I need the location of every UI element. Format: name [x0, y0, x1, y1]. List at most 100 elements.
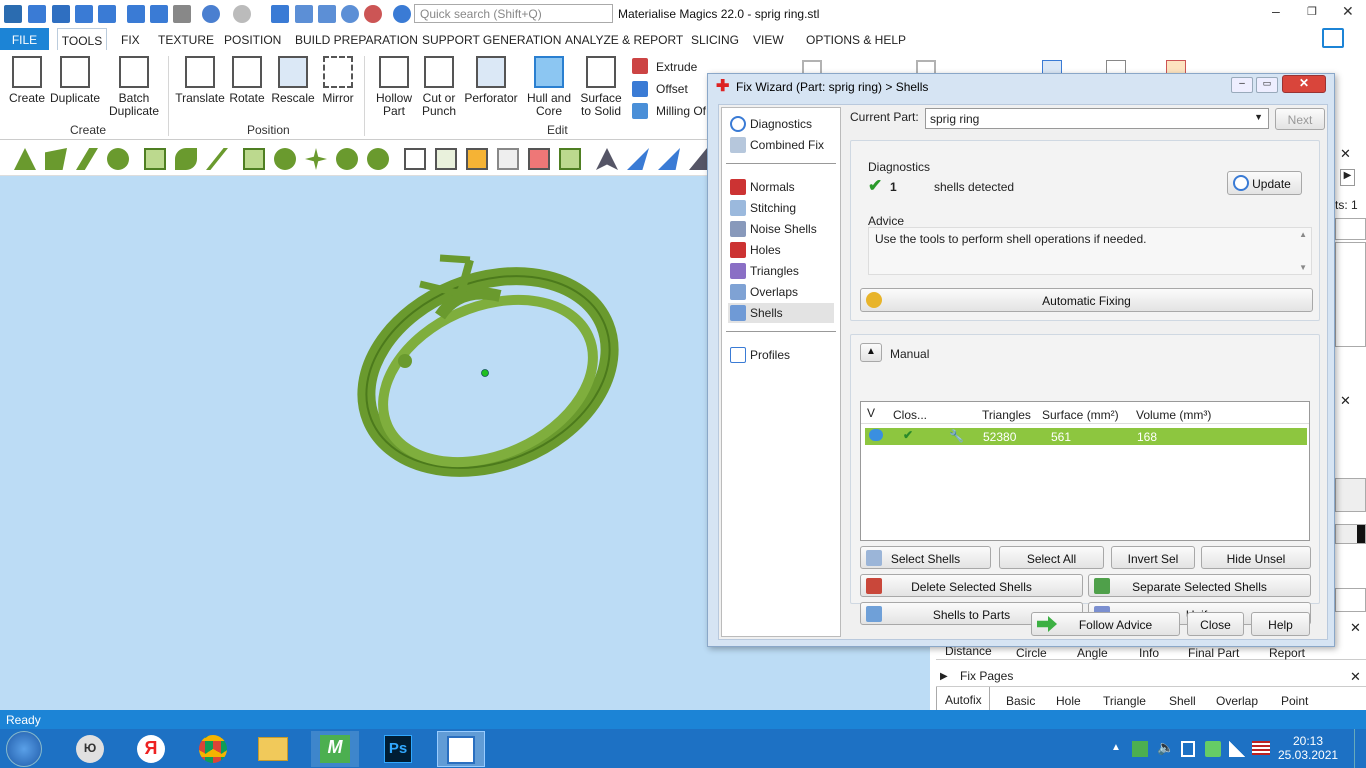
view-iso-icon[interactable] — [559, 148, 581, 170]
hull-and-core-button[interactable]: Hull and Core — [522, 56, 576, 118]
next-button[interactable]: Next — [1275, 108, 1325, 130]
surface-to-solid-button[interactable]: Surface to Solid — [578, 56, 624, 118]
select-star-icon[interactable] — [305, 148, 327, 170]
menu-tools[interactable]: TOOLS — [57, 28, 107, 50]
security-icon[interactable] — [1205, 741, 1221, 757]
menu-support-generation[interactable]: SUPPORT GENERATION — [422, 33, 561, 47]
tray-magics-icon[interactable] — [1132, 741, 1148, 757]
view-back-icon[interactable] — [528, 148, 550, 170]
follow-advice-button[interactable]: Follow Advice — [1031, 612, 1180, 636]
select-line-icon[interactable] — [206, 148, 228, 170]
select-shells-button[interactable]: Select Shells — [860, 546, 991, 569]
taskbar-magics-green[interactable]: M — [311, 731, 359, 767]
select-sphere-icon[interactable] — [274, 148, 296, 170]
select-shell-icon[interactable] — [107, 148, 129, 170]
nav-holes[interactable]: Holes — [728, 240, 834, 260]
table-row[interactable]: ✔ 🔧 52380 561 168 — [865, 428, 1307, 445]
marker-icon[interactable] — [689, 148, 707, 170]
panel-field[interactable] — [1335, 218, 1366, 240]
nav-profiles[interactable]: Profiles — [728, 345, 834, 365]
help-button[interactable]: Help — [1251, 612, 1310, 636]
menu-view[interactable]: VIEW — [753, 33, 784, 47]
menu-position[interactable]: POSITION — [224, 33, 281, 47]
menu-texture[interactable]: TEXTURE — [158, 33, 214, 47]
create-button[interactable]: Create — [6, 56, 48, 105]
nav-triangles[interactable]: Triangles — [728, 261, 834, 281]
extrude-button[interactable]: Extrude — [656, 60, 697, 74]
menu-fix[interactable]: FIX — [121, 33, 140, 47]
panel-color-field[interactable] — [1335, 524, 1366, 544]
current-part-select[interactable]: sprig ring ▼ — [925, 108, 1269, 129]
rescale-button[interactable]: Rescale — [271, 56, 315, 105]
nav-normals[interactable]: Normals — [728, 177, 834, 197]
select-surface-icon[interactable] — [76, 148, 98, 170]
tray-expand-icon[interactable]: ▲ — [1111, 742, 1121, 753]
new-file-icon[interactable] — [28, 5, 46, 23]
hide-unsel-button[interactable]: Hide Unsel — [1201, 546, 1311, 569]
fix-pages-close-icon[interactable]: ✕ — [1350, 669, 1361, 685]
view-front-icon[interactable] — [435, 148, 457, 170]
taskbar-app-yu[interactable]: Ю — [66, 731, 114, 767]
dialog-close-icon[interactable]: ✕ — [1282, 75, 1326, 93]
tab-info[interactable]: Info — [1139, 646, 1159, 660]
batch-duplicate-button[interactable]: Batch Duplicate — [106, 56, 162, 118]
minimize-icon[interactable]: – — [1272, 3, 1280, 19]
tab-basic[interactable]: Basic — [1006, 694, 1035, 708]
gear-icon[interactable] — [393, 5, 411, 23]
delete-selected-shells-button[interactable]: Delete Selected Shells — [860, 574, 1083, 597]
col-surface[interactable]: Surface (mm²) — [1042, 408, 1119, 422]
taskbar-yandex[interactable]: Я — [127, 731, 175, 767]
search-icon[interactable] — [341, 5, 359, 23]
view-top-icon[interactable] — [497, 148, 519, 170]
invert-sel-button[interactable]: Invert Sel — [1111, 546, 1195, 569]
taskbar-magics-active[interactable] — [437, 731, 485, 767]
perforator-button[interactable]: Perforator — [463, 56, 519, 105]
measure-icon[interactable] — [627, 148, 649, 170]
nav-stitching[interactable]: Stitching — [728, 198, 834, 218]
nav-shells[interactable]: Shells — [728, 303, 834, 323]
menu-build-preparation[interactable]: BUILD PREPARATION — [295, 33, 418, 47]
collapse-icon[interactable]: ▲ — [860, 343, 882, 362]
start-button[interactable] — [6, 731, 42, 767]
ring-model[interactable] — [0, 176, 700, 710]
taskbar-photoshop[interactable]: Ps — [374, 731, 422, 767]
volume-icon[interactable]: 🔈 — [1157, 739, 1174, 756]
menu-analyze-report[interactable]: ANALYZE & REPORT — [565, 33, 683, 47]
panel-field-2[interactable] — [1335, 478, 1366, 512]
zoom-icon[interactable] — [295, 5, 313, 23]
select-plane-icon[interactable] — [45, 148, 67, 170]
search-input[interactable]: Quick search (Shift+Q) — [414, 4, 613, 23]
measure-angle-icon[interactable] — [658, 148, 680, 170]
taskbar-chrome[interactable] — [189, 731, 237, 767]
milling-offset-button[interactable]: Milling Of — [656, 104, 710, 118]
scroll-down-icon[interactable]: ▼ — [1299, 263, 1307, 272]
offset-button[interactable]: Offset — [656, 82, 688, 96]
tab-hole[interactable]: Hole — [1056, 694, 1081, 708]
panel-next-icon[interactable]: ▶ — [1340, 169, 1355, 186]
language-flag-icon[interactable] — [1252, 741, 1270, 755]
col-visible[interactable]: V — [867, 406, 875, 420]
select-lasso-icon[interactable] — [175, 148, 197, 170]
network-icon[interactable] — [1229, 741, 1245, 757]
tab-angle[interactable]: Angle — [1077, 646, 1108, 660]
col-triangles[interactable]: Triangles — [982, 408, 1031, 422]
view-cube-icon[interactable] — [404, 148, 426, 170]
import-icon[interactable] — [127, 5, 145, 23]
clock[interactable]: 20:13 25.03.2021 — [1278, 734, 1338, 762]
select-all-button[interactable]: Select All — [999, 546, 1104, 569]
update-button[interactable]: Update — [1227, 171, 1302, 195]
nav-combined-fix[interactable]: Combined Fix — [728, 135, 834, 155]
nav-noise-shells[interactable]: Noise Shells — [728, 219, 834, 239]
menu-options-help[interactable]: OPTIONS & HELP — [806, 33, 906, 47]
undo-icon[interactable] — [202, 5, 220, 23]
panel-field-3[interactable] — [1335, 588, 1366, 612]
select-icon[interactable] — [271, 5, 289, 23]
redo-icon[interactable] — [233, 5, 251, 23]
close-button[interactable]: Close — [1187, 612, 1244, 636]
select-box-icon[interactable] — [144, 148, 166, 170]
close-icon[interactable]: ✕ — [1342, 3, 1354, 20]
taskbar-explorer[interactable] — [249, 731, 297, 767]
open-file-icon[interactable] — [52, 5, 70, 23]
tab-report[interactable]: Report — [1269, 646, 1305, 660]
tab-overlap[interactable]: Overlap — [1216, 694, 1258, 708]
